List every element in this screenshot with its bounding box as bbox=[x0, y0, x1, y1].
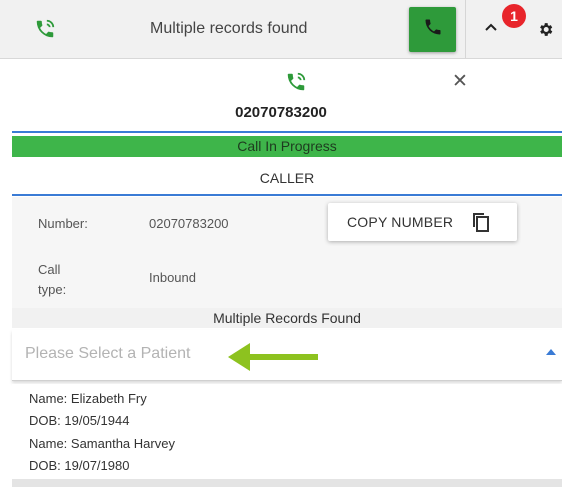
divider bbox=[12, 194, 562, 196]
header-title: Multiple records found bbox=[150, 20, 308, 37]
records-heading: Multiple Records Found bbox=[12, 308, 562, 328]
patient-dob[interactable]: DOB: 19/05/1944 bbox=[29, 413, 129, 428]
copy-number-button[interactable]: COPY NUMBER bbox=[328, 203, 517, 241]
phone-ringing-icon bbox=[34, 18, 56, 45]
patient-dob[interactable]: DOB: 19/07/1980 bbox=[29, 458, 129, 473]
notification-badge[interactable]: 1 bbox=[502, 4, 526, 28]
phone-ringing-icon bbox=[285, 71, 307, 98]
section-title: CALLER bbox=[259, 170, 315, 186]
divider bbox=[12, 131, 562, 133]
number-label: Number: bbox=[38, 216, 88, 231]
toolbar-divider bbox=[465, 0, 466, 58]
number-value: 02070783200 bbox=[149, 216, 229, 231]
close-icon[interactable]: ✕ bbox=[452, 72, 468, 91]
patient-select-placeholder: Please Select a Patient bbox=[25, 345, 191, 362]
scrollbar[interactable] bbox=[12, 479, 562, 487]
top-bar: Multiple records found 1 bbox=[0, 0, 562, 59]
chevron-up-icon[interactable] bbox=[484, 20, 498, 39]
call-type-label-line2: type: bbox=[38, 282, 67, 297]
arrow-left-icon bbox=[228, 343, 320, 376]
patient-name[interactable]: Name: Elizabeth Fry bbox=[29, 391, 147, 406]
call-status-bar: Call In Progress bbox=[12, 136, 562, 157]
phone-icon bbox=[423, 17, 443, 42]
copy-number-label: COPY NUMBER bbox=[347, 214, 454, 230]
caller-number: 02070783200 bbox=[235, 104, 327, 121]
caret-up-icon[interactable] bbox=[546, 349, 556, 355]
copy-icon bbox=[471, 211, 491, 233]
call-type-value: Inbound bbox=[149, 270, 196, 285]
call-button[interactable] bbox=[409, 7, 456, 52]
call-type-label-line1: Call bbox=[38, 262, 61, 277]
gear-icon[interactable] bbox=[537, 21, 554, 43]
patient-name[interactable]: Name: Samantha Harvey bbox=[29, 436, 175, 451]
